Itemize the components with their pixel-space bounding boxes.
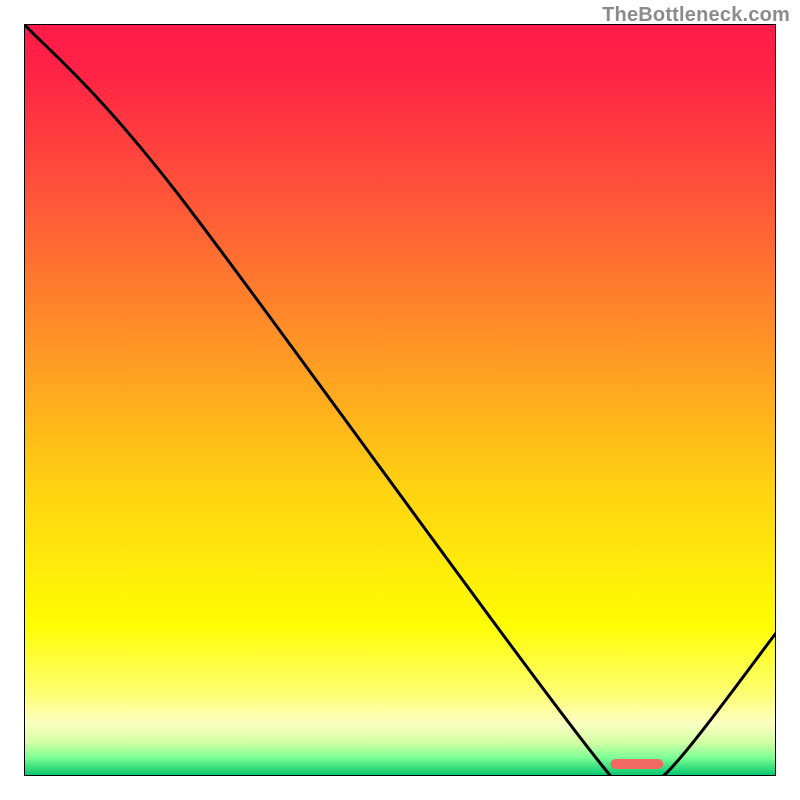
gradient-background [24,24,776,776]
plot-svg [24,24,776,776]
plot-area [24,24,776,776]
chart-container: TheBottleneck.com [0,0,800,800]
highlight-segment [611,759,664,769]
